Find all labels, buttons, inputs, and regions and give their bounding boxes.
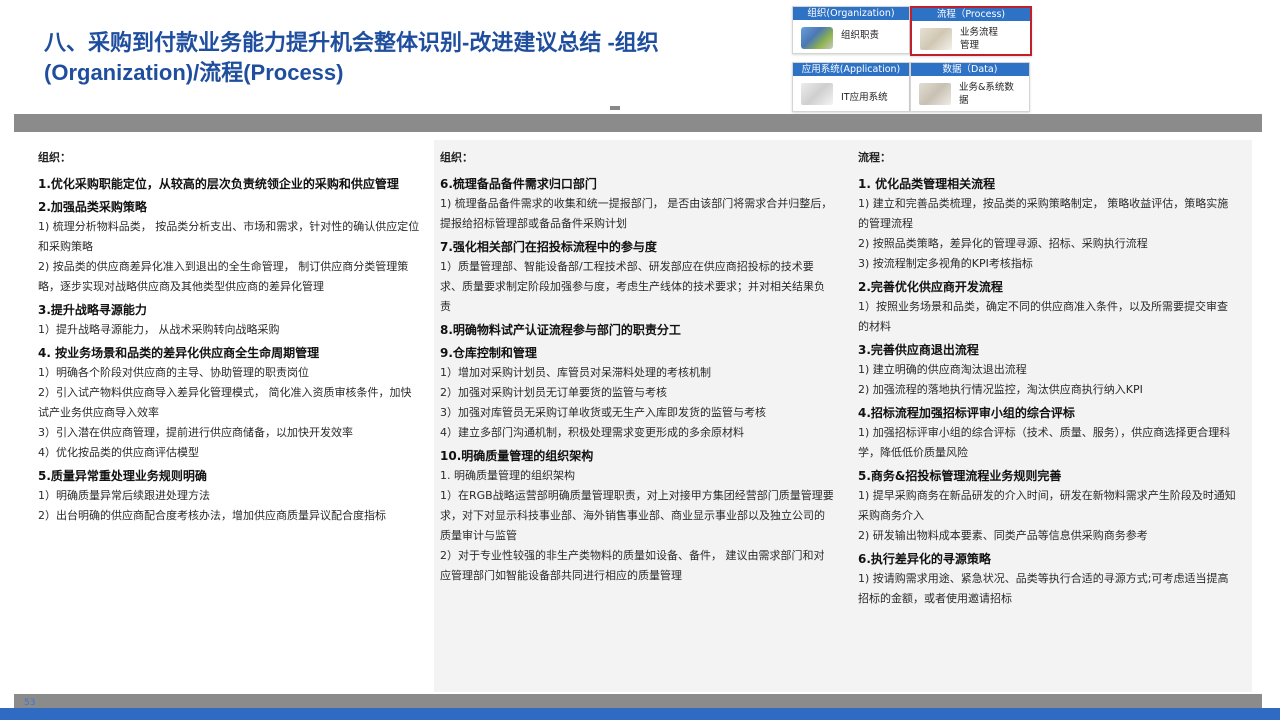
list-item: 1) 梳理分析物料品类， 按品类分析支出、市场和需求，针对性的确认供应定位和采购… — [38, 220, 420, 253]
column-organization-2: 组织： 6.梳理备品备件需求归口部门 1) 梳理备品备件需求的收集和统一提报部门，… — [434, 140, 848, 692]
section-heading: 3.完善供应商退出流程 — [858, 343, 979, 357]
application-icon — [801, 83, 833, 105]
list-item: 1）在RGB战略运营部明确质量管理职责，对上对接甲方集团经营部门质量管理要求，对… — [440, 489, 834, 542]
list-item: 4）优化按品类的供应商评估模型 — [38, 446, 199, 459]
list-item: 2）出台明确的供应商配合度考核办法，增加供应商质量异议配合度指标 — [38, 509, 386, 522]
legend-data: 数据（Data) 业务&系统数据 — [910, 62, 1030, 112]
legend-organization-label: 组织职责 — [841, 30, 880, 41]
list-item: 1）按照业务场景和品类，确定不同的供应商准入条件，以及所需要提交审查的材料 — [858, 300, 1228, 333]
list-item: 2) 按品类的供应商差异化准入到退出的全生命管理， 制订供应商分类管理策略，逐步… — [38, 260, 409, 293]
legend-process-header: 流程（Process) — [912, 8, 1030, 21]
legend-data-label: 业务&系统数据 — [959, 82, 1014, 106]
list-item: 1) 加强招标评审小组的综合评标（技术、质量、服务），供应商选择更合理科学，降低… — [858, 426, 1231, 459]
page-title: 八、采购到付款业务能力提升机会整体识别-改进建议总结 -组织 (Organiza… — [44, 28, 804, 88]
section-heading: 10.明确质量管理的组织架构 — [440, 449, 594, 463]
list-item: 2）加强对采购计划员无订单要货的监管与考核 — [440, 386, 667, 399]
list-item: 1）明确质量异常后续跟进处理方法 — [38, 489, 210, 502]
list-item: 1）质量管理部、智能设备部/工程技术部、研发部应在供应商招投标的技术要求、质量要… — [440, 260, 825, 313]
list-item: 1) 梳理备品备件需求的收集和统一提报部门， 是否由该部门将需求合并归整后，提报… — [440, 197, 833, 230]
section-heading: 2.完善优化供应商开发流程 — [858, 280, 1003, 294]
legend-application-header: 应用系统(Application) — [793, 63, 909, 76]
page-number: 53 — [24, 698, 36, 708]
section-heading: 1.优化采购职能定位，从较高的层次负责统领企业的采购和供应管理 — [38, 177, 399, 191]
column-1-header: 组织： — [38, 151, 71, 164]
section-heading: 1. 优化品类管理相关流程 — [858, 177, 996, 191]
framework-legend: 组织(Organization) 组织职责 流程（Process) 业务流程管理… — [792, 6, 1032, 112]
list-item: 1) 提早采购商务在新品研发的介入时间，研发在新物料需求产生阶段及时通知采购商务… — [858, 489, 1236, 522]
section-heading: 4. 按业务场景和品类的差异化供应商全生命周期管理 — [38, 346, 320, 360]
data-icon — [919, 83, 951, 105]
section-heading: 5.质量异常重处理业务规则明确 — [38, 469, 207, 483]
list-item: 1）提升战略寻源能力， 从战术采购转向战略采购 — [38, 323, 280, 336]
list-item: 2）引入试产物料供应商导入差异化管理模式， 简化准入资质审核条件，加快试产业务供… — [38, 386, 412, 419]
section-heading: 6.执行差异化的寻源策略 — [858, 552, 991, 566]
section-heading: 6.梳理备品备件需求归口部门 — [440, 177, 597, 191]
section-heading: 7.强化相关部门在招投标流程中的参与度 — [440, 240, 657, 254]
section-heading: 5.商务&招投标管理流程业务规则完善 — [858, 469, 1062, 483]
list-item: 3) 按流程制定多视角的KPI考核指标 — [858, 257, 1033, 270]
legend-process-label: 业务流程管理 — [960, 27, 999, 51]
column-1-body: 组织： 1.优化采购职能定位，从较高的层次负责统领企业的采购和供应管理 2.加强品… — [24, 140, 434, 526]
column-3-body: 流程： 1. 优化品类管理相关流程 1) 建立和完善品类梳理，按品类的采购策略制定… — [848, 140, 1252, 609]
section-heading: 3.提升战略寻源能力 — [38, 303, 147, 317]
organization-icon — [801, 27, 833, 49]
list-item: 3）引入潜在供应商管理，提前进行供应商储备，以加快开发效率 — [38, 426, 353, 439]
list-item: 1）明确各个阶段对供应商的主导、协助管理的职责岗位 — [38, 366, 309, 379]
section-heading: 4.招标流程加强招标评审小组的综合评标 — [858, 406, 1075, 420]
list-item: 3）加强对库管员无采购订单收货或无生产入库即发货的监管与考核 — [440, 406, 766, 419]
list-item: 1. 明确质量管理的组织架构 — [440, 469, 575, 482]
section-heading: 9.仓库控制和管理 — [440, 346, 537, 360]
list-item: 1）增加对采购计划员、库管员对呆滞料处理的考核机制 — [440, 366, 711, 379]
column-2-header: 组织： — [440, 151, 473, 164]
title-line-1: 八、采购到付款业务能力提升机会整体识别-改进建议总结 -组织 — [44, 30, 659, 55]
column-2-body: 组织： 6.梳理备品备件需求归口部门 1) 梳理备品备件需求的收集和统一提报部门，… — [434, 140, 848, 586]
column-process: 流程： 1. 优化品类管理相关流程 1) 建立和完善品类梳理，按品类的采购策略制定… — [848, 140, 1252, 692]
list-item: 2) 研发输出物料成本要素、同类产品等信息供采购商务参考 — [858, 529, 1148, 542]
legend-organization-header: 组织(Organization) — [793, 7, 909, 20]
column-3-header: 流程： — [858, 151, 891, 164]
footer-bar — [0, 708, 1280, 720]
list-item: 1) 按请购需求用途、紧急状况、品类等执行合适的寻源方式;可考虑适当提高招标的金… — [858, 572, 1229, 605]
column-organization-1: 组织： 1.优化采购职能定位，从较高的层次负责统领企业的采购和供应管理 2.加强品… — [24, 140, 434, 692]
process-icon — [920, 28, 952, 50]
section-heading: 2.加强品类采购策略 — [38, 200, 147, 214]
legend-process: 流程（Process) 业务流程管理 — [910, 6, 1032, 56]
top-divider-bar — [14, 114, 1262, 132]
list-item: 2）对于专业性较强的非生产类物料的质量如设备、备件， 建议由需求部门和对应管理部… — [440, 549, 825, 582]
list-item: 1) 建立明确的供应商淘汰退出流程 — [858, 363, 1027, 376]
section-heading: 8.明确物料试产认证流程参与部门的职责分工 — [440, 323, 681, 337]
legend-organization: 组织(Organization) 组织职责 — [792, 6, 910, 54]
divider-mark — [610, 106, 620, 110]
list-item: 2) 加强流程的落地执行情况监控，淘汰供应商执行纳入KPI — [858, 383, 1143, 396]
list-item: 2) 按照品类策略，差异化的管理寻源、招标、采购执行流程 — [858, 237, 1148, 250]
content-area: 组织： 1.优化采购职能定位，从较高的层次负责统领企业的采购和供应管理 2.加强品… — [24, 140, 1252, 692]
title-line-2: (Organization)/流程(Process) — [44, 60, 344, 85]
legend-application-label: IT应用系统 — [841, 92, 888, 103]
list-item: 4）建立多部门沟通机制，积极处理需求变更形成的多余原材料 — [440, 426, 744, 439]
list-item: 1) 建立和完善品类梳理，按品类的采购策略制定， 策略收益评估，策略实施的管理流… — [858, 197, 1229, 230]
legend-application: 应用系统(Application) IT应用系统 — [792, 62, 910, 112]
legend-data-header: 数据（Data) — [911, 63, 1029, 76]
